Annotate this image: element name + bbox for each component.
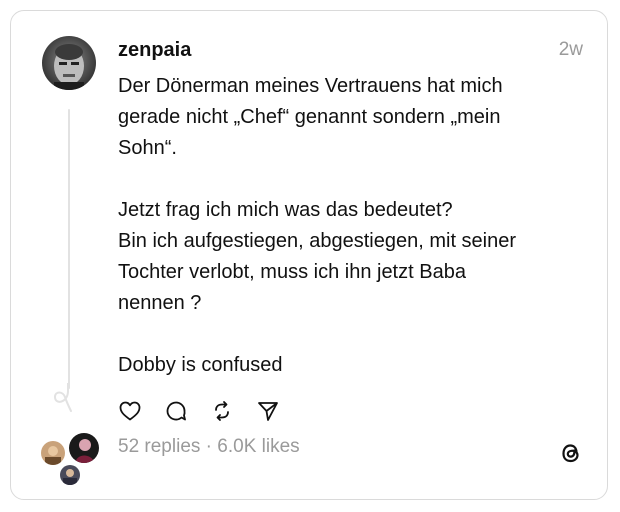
send-icon — [258, 402, 278, 421]
post-actions — [117, 398, 281, 424]
reply-button[interactable] — [163, 398, 189, 424]
replier-avatar-image — [69, 433, 99, 463]
avatar-image — [42, 36, 96, 90]
comment-icon — [166, 401, 186, 421]
post-card: zenpaia 2w Der Dönerman meines Vertrauen… — [10, 10, 608, 500]
threads-logo-icon — [562, 444, 579, 463]
thread-curl-icon — [53, 383, 72, 412]
replier-avatar[interactable] — [58, 463, 82, 487]
post-timestamp: 2w — [558, 39, 583, 60]
replier-avatar[interactable] — [67, 431, 101, 465]
replier-avatar-image — [60, 465, 80, 485]
author-username[interactable]: zenpaia — [118, 39, 191, 62]
heart-icon — [119, 401, 141, 421]
repost-icon — [215, 401, 229, 421]
thread-line — [68, 109, 70, 389]
share-button[interactable] — [255, 398, 281, 424]
stats-separator: · — [200, 436, 218, 457]
author-avatar[interactable] — [42, 36, 96, 90]
replier-avatar-image — [41, 441, 65, 465]
like-button[interactable] — [117, 398, 143, 424]
threads-logo[interactable] — [557, 439, 585, 467]
replier-avatar[interactable] — [39, 439, 67, 467]
likes-count[interactable]: 6.0K likes — [217, 436, 299, 457]
post-stats: 52 replies · 6.0K likes — [118, 436, 300, 458]
replies-count[interactable]: 52 replies — [118, 436, 200, 457]
post-body-text: Der Dönerman meines Vertrauens hat mich … — [118, 75, 517, 376]
repost-button[interactable] — [209, 398, 235, 424]
